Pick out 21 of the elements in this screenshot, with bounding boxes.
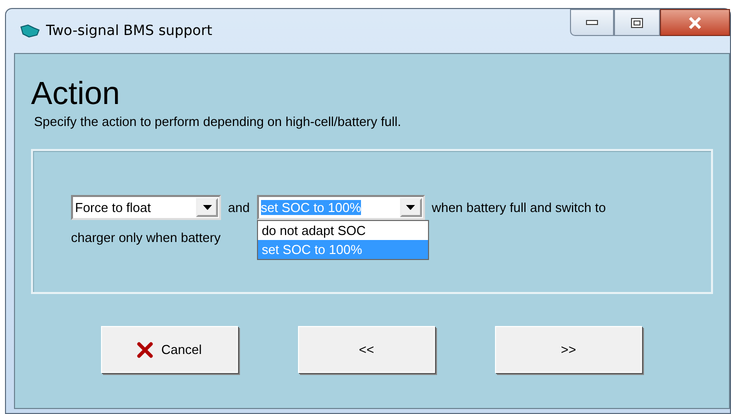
dropdown-arrow-icon [202, 205, 212, 210]
minimize-icon [586, 20, 598, 26]
maximize-button[interactable] [614, 9, 660, 36]
dropdown-arrow-icon [406, 205, 416, 210]
mode-dropdown[interactable]: Force to float [71, 195, 221, 220]
nav-button[interactable]: << [298, 326, 435, 373]
app-icon [20, 24, 40, 38]
close-icon [688, 16, 702, 28]
description-text: Specify the action to perform depending on high-cell/battery full. [34, 114, 402, 129]
sentence-text: charger only when battery [71, 230, 221, 245]
cross-icon [137, 342, 154, 358]
window-title: Two-signal BMS support [46, 23, 212, 39]
minimize-button[interactable] [570, 9, 614, 36]
joiner-text: and [228, 200, 250, 215]
close-button[interactable] [660, 9, 730, 36]
sentence-text: when battery full and switch to [432, 200, 606, 215]
cancel-button[interactable]: Cancel [101, 326, 238, 373]
dropdown-option[interactable]: do not adapt SOC [258, 221, 428, 240]
maximize-icon [631, 18, 643, 28]
nav-button[interactable]: >> [495, 326, 642, 373]
page-heading: Action [31, 76, 121, 110]
